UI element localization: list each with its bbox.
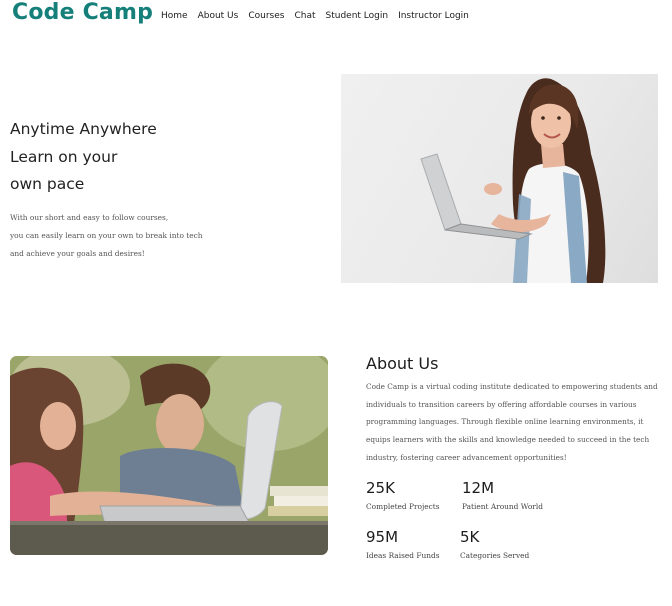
brand-logo[interactable]: Code Camp: [12, 0, 153, 25]
about-text-line: equips learners with the skills and know…: [366, 435, 650, 445]
stat-label: Categories Served: [460, 551, 530, 560]
stat-value: 12M: [462, 479, 495, 497]
students-with-laptop-photo: [10, 356, 328, 555]
hero-text-line: With our short and easy to follow course…: [10, 213, 169, 222]
stat-value: 5K: [460, 528, 480, 546]
about-text-line: individuals to transition careers by off…: [366, 399, 637, 409]
about-title: About Us: [366, 354, 439, 373]
nav-student-login[interactable]: Student Login: [326, 11, 389, 21]
stat-label: Completed Projects: [366, 502, 440, 511]
hero-title-line: Anytime Anywhere: [10, 120, 157, 138]
woman-with-laptop-photo: [420, 78, 606, 283]
hero-image: [341, 74, 658, 283]
stat-completed-projects: 25K Completed Projects: [366, 479, 440, 511]
nav-courses[interactable]: Courses: [248, 11, 284, 21]
nav-about-us[interactable]: About Us: [198, 11, 239, 21]
stat-value: 25K: [366, 479, 395, 497]
stat-value: 95M: [366, 528, 399, 546]
hero-text-line: and achieve your goals and desires!: [10, 249, 145, 258]
hero-title: Anytime Anywhere Learn on your own pace: [10, 116, 210, 199]
stat-categories-served: 5K Categories Served: [460, 528, 529, 560]
about-description: Code Camp is a virtual coding institute …: [366, 378, 662, 467]
hero-description: With our short and easy to follow course…: [10, 209, 250, 263]
about-text-line: Code Camp is a virtual coding institute …: [366, 382, 658, 391]
hero-title-line: own pace: [10, 175, 85, 193]
stat-label: Ideas Raised Funds: [366, 551, 440, 560]
main-nav: Home About Us Courses Chat Student Login…: [161, 11, 469, 21]
about-text-line: programming languages. Through flexible …: [366, 417, 644, 427]
about-text-line: industry, fostering career advancement o…: [366, 452, 567, 462]
hero-title-line: Learn on your: [10, 147, 118, 166]
nav-home[interactable]: Home: [161, 11, 188, 21]
stat-label: Patient Around World: [462, 502, 543, 511]
stat-ideas-raised-funds: 95M Ideas Raised Funds: [366, 528, 440, 560]
stat-patient-around-world: 12M Patient Around World: [462, 479, 543, 511]
nav-chat[interactable]: Chat: [294, 11, 315, 21]
hero-text-line: you can easily learn on your own to brea…: [10, 231, 203, 240]
nav-instructor-login[interactable]: Instructor Login: [398, 11, 469, 21]
about-image: [10, 356, 328, 555]
